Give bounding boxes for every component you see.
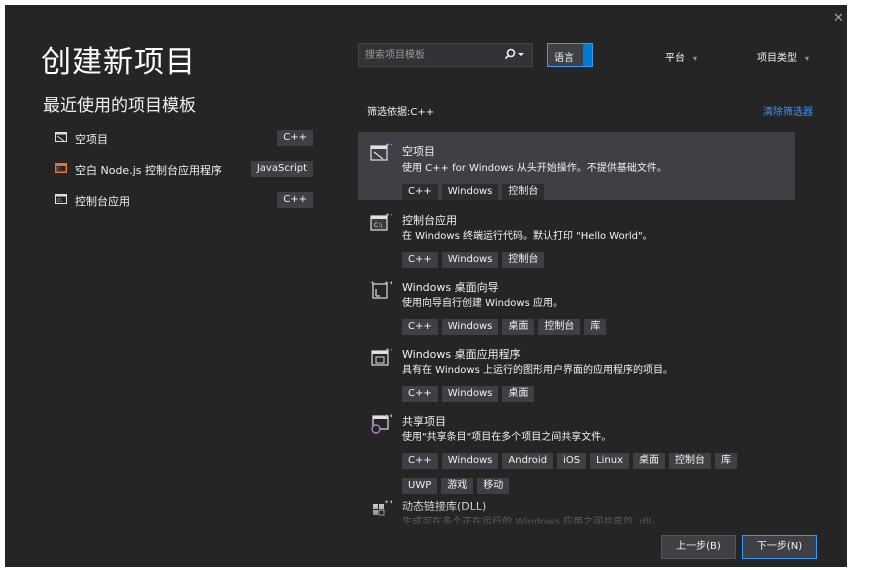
console-app-icon: C:\ ✦✦	[370, 212, 392, 231]
template-tag: 桌面	[502, 319, 535, 335]
recent-templates-title: 最近使用的项目模板	[43, 96, 196, 116]
svg-text:C\: C\	[57, 198, 62, 204]
wizard-icon: + ✦✦	[370, 280, 392, 299]
template-tag: Android	[502, 453, 554, 469]
recent-item-empty-project[interactable]: 空项目 C++	[43, 129, 313, 149]
template-tag: C++	[402, 319, 438, 335]
language-tag: C++	[277, 130, 313, 146]
template-tag: C++	[402, 386, 438, 402]
language-filter-label: 语言	[554, 53, 574, 64]
template-tag: Windows	[441, 453, 499, 469]
chevron-down-icon: ▾	[805, 54, 810, 63]
recent-item-label: 空项目	[75, 133, 108, 146]
template-tag: C++	[402, 252, 438, 268]
template-name: Windows 桌面向导	[402, 281, 499, 294]
template-tag: 控制台	[538, 319, 581, 335]
svg-text:+: +	[370, 280, 375, 287]
search-input[interactable]	[359, 44, 506, 66]
template-tag: C++	[402, 184, 438, 200]
template-tag: iOS	[557, 453, 587, 469]
template-tag: Windows	[441, 184, 499, 200]
template-tag: Windows	[441, 319, 499, 335]
template-tag: 桌面	[502, 386, 535, 402]
dll-icon: ✦✦	[373, 499, 392, 516]
template-description: 使用"共享条目"项目在多个项目之间共享文件。	[402, 432, 612, 443]
template-name: Windows 桌面应用程序	[402, 348, 521, 361]
template-name: 空项目	[402, 145, 435, 158]
chevron-down-icon: ▾	[693, 54, 698, 63]
desktop-app-icon: ✦✦	[371, 347, 392, 366]
svg-text:✦✦: ✦✦	[384, 280, 392, 287]
svg-text:C:\: C:\	[374, 222, 383, 229]
recent-item-label: 控制台应用	[75, 195, 130, 208]
project-type-filter-label: 项目类型	[757, 53, 797, 64]
project-type-filter-dropdown[interactable]: 项目类型 ▾	[757, 49, 809, 64]
filter-summary: 筛选依据:C++	[367, 107, 435, 118]
language-filter-dropdown[interactable]: 语言	[547, 43, 593, 67]
empty-project-icon	[55, 132, 67, 142]
template-tags: C++ Windows 控制台	[402, 247, 782, 272]
create-project-dialog: ✕ 创建新项目 最近使用的项目模板 空项目 C++ C\ 空白 Node.js …	[5, 5, 847, 567]
template-name: 控制台应用	[402, 214, 457, 227]
template-tag: 控制台	[669, 453, 712, 469]
platform-filter-dropdown[interactable]: 平台 ▾	[665, 49, 697, 64]
platform-filter-label: 平台	[665, 53, 685, 64]
template-description: 具有在 Windows 上运行的图形用户界面的应用程序的项目。	[402, 365, 673, 376]
language-tag: JavaScript	[250, 161, 313, 177]
template-tag: 桌面	[633, 453, 666, 469]
template-list: ✦✦ 空项目 使用 C++ for Windows 从头开始操作。不提供基础文件…	[358, 132, 795, 524]
template-tag: 库	[715, 453, 738, 469]
template-tags: C++ Windows 控制台	[402, 179, 782, 204]
template-description: 使用向导自行创建 Windows 应用。	[402, 298, 563, 309]
template-name: 动态链接库(DLL)	[402, 500, 487, 513]
back-button[interactable]: 上一步(B)	[661, 535, 736, 559]
svg-text:✦✦: ✦✦	[384, 413, 392, 420]
page-title: 创建新项目	[41, 45, 196, 80]
clear-filter-link[interactable]: 清除筛选器	[763, 103, 813, 118]
template-tag: 控制台	[502, 184, 545, 200]
svg-text:✦✦: ✦✦	[385, 142, 392, 149]
search-icon[interactable]	[500, 47, 528, 63]
recent-item-console-app[interactable]: C\ 控制台应用 C++	[43, 191, 313, 211]
template-windows-desktop-wizard[interactable]: + ✦✦ Windows 桌面向导 使用向导自行创建 Windows 应用。 C…	[358, 271, 795, 335]
template-shared-project[interactable]: ✦✦ 共享项目 使用"共享条目"项目在多个项目之间共享文件。 C++ Window…	[358, 405, 795, 494]
svg-text:C\: C\	[57, 167, 62, 173]
template-tag: Windows	[441, 252, 499, 268]
recent-item-nodejs-console[interactable]: C\ 空白 Node.js 控制台应用程序 JavaScript	[43, 160, 313, 180]
template-tag: 库	[584, 319, 607, 335]
template-tags: C++ Windows 桌面 控制台库	[402, 314, 782, 339]
template-console-app[interactable]: C:\ ✦✦ 控制台应用 在 Windows 终端运行代码。默认打印 "Hell…	[358, 204, 795, 268]
template-tag: 控制台	[502, 252, 545, 268]
shared-project-icon: ✦✦	[371, 413, 392, 434]
empty-project-icon: ✦✦	[370, 142, 392, 161]
next-button[interactable]: 下一步(N)	[742, 535, 817, 559]
language-tag: C++	[277, 192, 313, 208]
template-description: 生成可在多个正在运行的 Windows 应用之间共享的 .dll。	[402, 517, 662, 524]
template-name: 共享项目	[402, 415, 446, 428]
template-description: 在 Windows 终端运行代码。默认打印 "Hello World"。	[402, 231, 653, 242]
console-app-icon: C\	[55, 194, 67, 204]
close-icon[interactable]: ✕	[833, 11, 844, 26]
template-windows-desktop-app[interactable]: ✦✦ Windows 桌面应用程序 具有在 Windows 上运行的图形用户界面…	[358, 338, 795, 402]
search-box	[358, 43, 533, 67]
template-tags: C++ Windows 桌面	[402, 381, 782, 406]
recent-item-label: 空白 Node.js 控制台应用程序	[75, 164, 222, 177]
template-empty-project[interactable]: ✦✦ 空项目 使用 C++ for Windows 从头开始操作。不提供基础文件…	[358, 132, 795, 200]
svg-text:✦✦: ✦✦	[385, 212, 392, 219]
template-description: 使用 C++ for Windows 从头开始操作。不提供基础文件。	[402, 163, 667, 174]
template-tag: C++	[402, 453, 438, 469]
svg-text:✦✦: ✦✦	[384, 499, 392, 506]
template-dll[interactable]: ✦✦ 动态链接库(DLL) 生成可在多个正在运行的 Windows 应用之间共享…	[358, 490, 795, 524]
template-tag: Windows	[441, 386, 499, 402]
svg-text:✦✦: ✦✦	[385, 347, 392, 354]
nodejs-console-icon: C\	[55, 163, 67, 173]
template-tag: Linux	[590, 453, 630, 469]
chevron-down-icon	[583, 44, 592, 66]
